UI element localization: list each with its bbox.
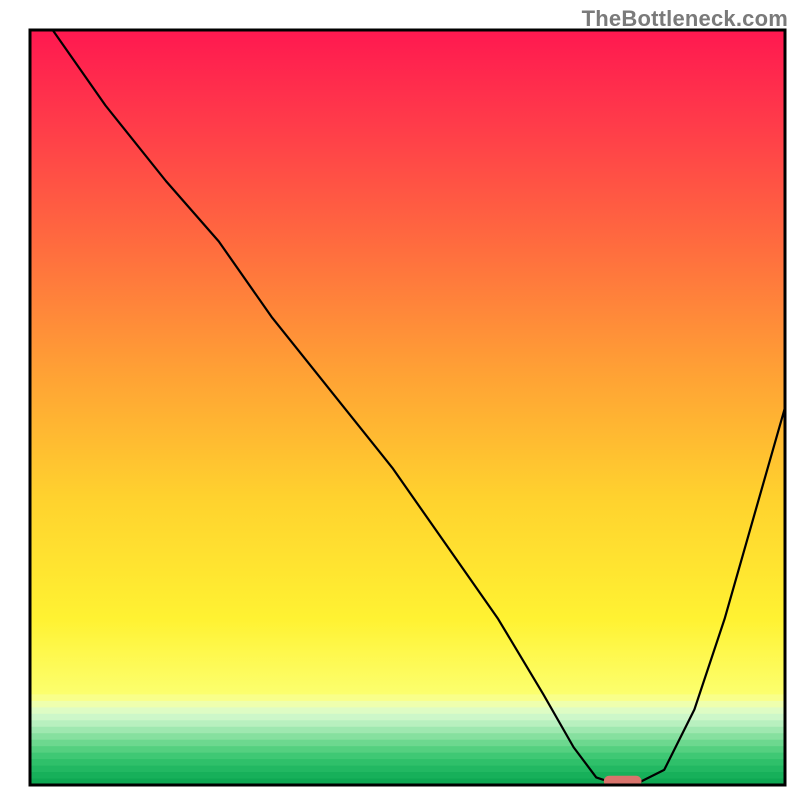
bottleneck-chart	[0, 0, 800, 800]
chart-container: TheBottleneck.com	[0, 0, 800, 800]
watermark-text: TheBottleneck.com	[582, 6, 788, 32]
